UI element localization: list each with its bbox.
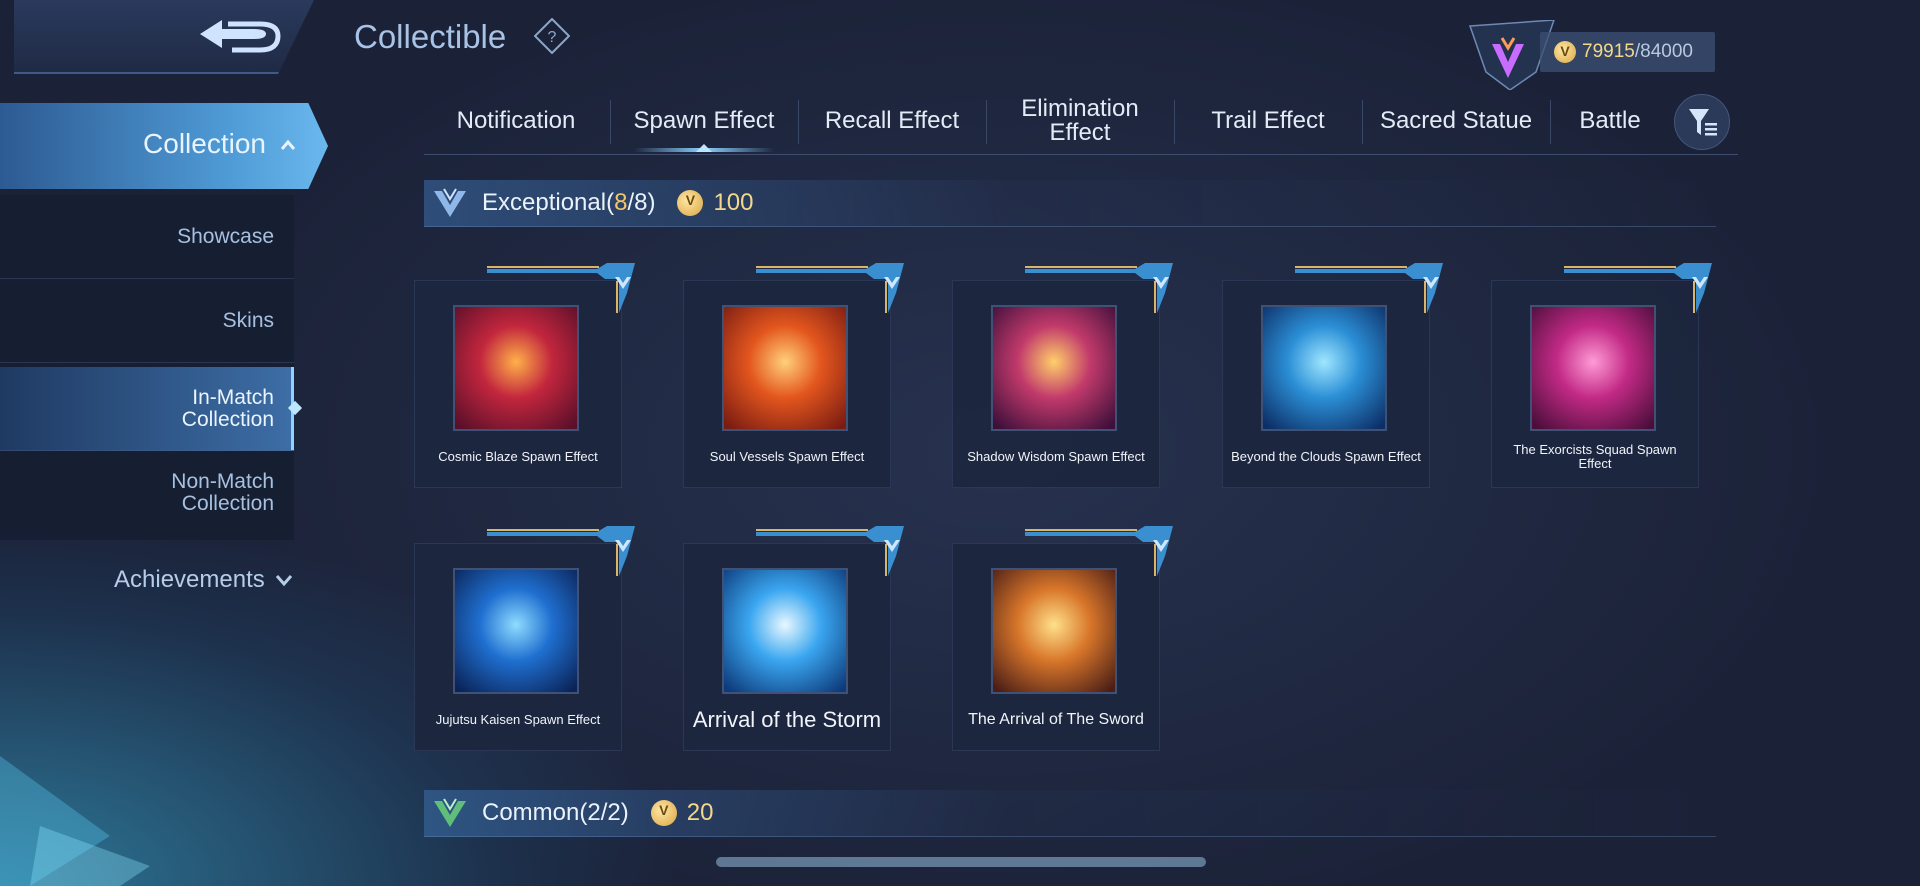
page-title: Collectible [354,18,507,55]
tab-battle[interactable]: Battle [1552,88,1668,154]
effect-preview-image [1261,305,1387,431]
collectible-card[interactable]: Cosmic Blaze Spawn Effect [414,263,635,488]
tab-recall-effect[interactable]: Recall Effect [800,88,984,154]
sidebar-item-label: Skins [222,308,274,332]
count-total: /8) [627,189,656,216]
filter-button[interactable] [1674,94,1730,150]
tab-label: Elimination Effect [1021,95,1139,146]
tab-trail-effect[interactable]: Trail Effect [1176,88,1360,154]
collectible-card[interactable]: Shadow Wisdom Spawn Effect [952,263,1173,488]
card-name: Jujutsu Kaisen Spawn Effect [435,712,601,727]
sidebar-item-skins[interactable]: Skins [0,279,294,363]
tab-divider [1174,100,1175,144]
sidebar-item-label: Non-Match Collection [171,470,274,515]
effect-preview-image [453,305,579,431]
coin-icon [650,800,677,826]
tab-label: Notification [456,107,576,134]
tab-elimination-effect[interactable]: Elimination Effect [988,88,1172,154]
card-name: Shadow Wisdom Spawn Effect [967,449,1145,464]
count-open: ( [606,189,615,216]
common-tier-icon [434,798,466,827]
back-button[interactable] [14,0,314,74]
card-name: Cosmic Blaze Spawn Effect [438,449,598,464]
points-box: 79915/84000 [1540,32,1715,72]
back-arrow-icon [200,20,281,53]
collectible-card[interactable]: Soul Vessels Spawn Effect [683,263,904,488]
tab-divider [610,100,611,144]
collectible-card[interactable]: The Exorcists Squad Spawn Effect [1491,263,1712,488]
effect-preview-image [722,568,848,694]
tab-label: Recall Effect [824,107,960,134]
tab-label: Spawn Effect [633,107,775,134]
collectible-card[interactable]: Jujutsu Kaisen Spawn Effect [414,526,635,751]
effect-preview-image [722,305,848,431]
count-owned: 2 [587,799,601,826]
tab-label: Battle [1579,107,1641,134]
filter-icon [1689,109,1717,136]
sidebar-collection[interactable]: Collection [0,103,328,189]
tab-divider [798,100,799,144]
background-shard-decoration [0,756,150,886]
collectible-card[interactable]: The Arrival of The Sword [952,526,1173,751]
tab-divider [986,100,987,144]
sidebar-collection-label: Collection [143,128,266,159]
effect-preview-image [991,568,1117,694]
selected-tab-caret-icon [696,144,712,152]
sidebar-item-label: In-Match Collection [181,385,274,431]
coin-icon [1554,41,1576,63]
section-name: Common [482,799,580,826]
section-count: (8/8) [606,189,655,217]
effect-tabs: Notification Spawn Effect Recall Effect … [424,88,1738,155]
svg-text:?: ? [548,29,557,46]
active-indicator [287,400,303,416]
sidebar-item-showcase[interactable]: Showcase [0,195,294,279]
collectible-card[interactable]: Beyond the Clouds Spawn Effect [1222,263,1443,488]
card-name: Beyond the Clouds Spawn Effect [1231,449,1421,464]
sidebar-item-label: Showcase [177,224,274,248]
tab-label: Sacred Statue [1379,107,1533,134]
tab-divider [1362,100,1363,144]
card-name: The Exorcists Squad Spawn Effect [1513,442,1677,471]
section-name: Exceptional [482,189,607,216]
points-max: /84000 [1634,41,1693,62]
section-points: 20 [686,799,714,826]
card-name: The Arrival of The Sword [968,711,1144,728]
tab-sacred-statue[interactable]: Sacred Statue [1364,88,1548,154]
tab-divider [1550,100,1551,144]
sidebar-subpanel: Showcase Skins In-Match Collection Non-M… [0,195,303,540]
collectible-card[interactable]: Arrival of the Storm [683,526,904,751]
section-count: (2/2) [579,799,628,827]
card-name: Soul Vessels Spawn Effect [709,449,865,464]
effect-preview-image [453,568,579,694]
achievements-label: Achievements [114,566,265,593]
section-header-common: Common (2/2) 20 [424,790,1716,837]
sidebar-item-in-match-collection[interactable]: In-Match Collection [0,367,303,451]
help-icon[interactable]: ? [534,18,570,54]
coin-icon [677,190,704,216]
sidebar-achievements[interactable]: Achievements [114,566,293,594]
section-points: 100 [713,189,754,216]
effect-preview-image [1530,305,1656,431]
chevron-up-icon [280,139,296,150]
section-header-exceptional: Exceptional (8/8) 100 [424,180,1716,227]
chevron-down-icon [275,575,292,587]
card-name: Arrival of the Storm [692,707,882,732]
points-value: 79915 [1582,41,1635,62]
count-owned: 8 [614,189,628,216]
tab-notification[interactable]: Notification [424,88,608,154]
home-indicator [716,857,1206,867]
effect-preview-image [991,305,1117,431]
exceptional-tier-icon [434,188,466,217]
count-total: /2) [600,799,629,826]
tab-label: Trail Effect [1211,107,1325,134]
sidebar-item-non-match-collection[interactable]: Non-Match Collection [0,451,294,535]
points-display: 79915/84000 [1450,20,1715,90]
